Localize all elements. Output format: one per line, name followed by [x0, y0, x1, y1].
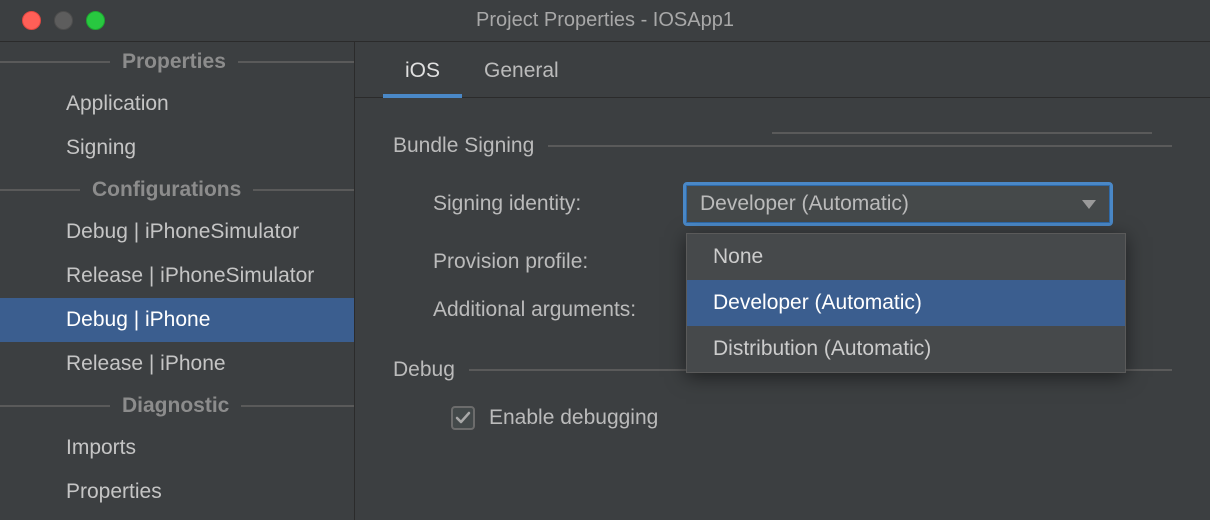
sidebar: Properties Application Signing Configura… — [0, 42, 355, 520]
titlebar[interactable]: Project Properties - IOSApp1 — [0, 0, 1210, 42]
content-panel: iOS General Bundle Signing Signing ident… — [355, 42, 1210, 520]
debug-legend: Debug — [393, 358, 469, 382]
sidebar-item-application[interactable]: Application — [0, 82, 354, 126]
identity-option-none[interactable]: None — [687, 234, 1125, 280]
minimize-window-button[interactable] — [54, 11, 73, 30]
zoom-window-button[interactable] — [86, 11, 105, 30]
close-window-button[interactable] — [22, 11, 41, 30]
additional-arguments-label: Additional arguments: — [393, 298, 636, 322]
sidebar-item-release-iphone[interactable]: Release | iPhone — [0, 342, 354, 386]
signing-identity-combo[interactable]: Developer (Automatic) None Developer (Au… — [683, 182, 1113, 226]
tab-bar: iOS General — [355, 42, 1210, 98]
sidebar-item-debug-simulator[interactable]: Debug | iPhoneSimulator — [0, 210, 354, 254]
sidebar-group-diagnostic: Diagnostic — [0, 386, 354, 426]
identity-option-distribution[interactable]: Distribution (Automatic) — [687, 326, 1125, 372]
chevron-down-icon — [1082, 200, 1096, 209]
main-area: Properties Application Signing Configura… — [0, 42, 1210, 520]
window-title: Project Properties - IOSApp1 — [476, 9, 734, 32]
signing-identity-value: Developer (Automatic) — [700, 192, 909, 216]
sidebar-item-debug-iphone[interactable]: Debug | iPhone — [0, 298, 354, 342]
signing-identity-label: Signing identity: — [393, 192, 683, 216]
sidebar-group-properties: Properties — [0, 42, 354, 82]
provision-profile-label: Provision profile: — [393, 250, 683, 274]
window-controls — [0, 11, 105, 30]
sidebar-item-properties[interactable]: Properties — [0, 470, 354, 514]
sidebar-group-configurations: Configurations — [0, 170, 354, 210]
tab-ios[interactable]: iOS — [383, 59, 462, 97]
bundle-signing-fieldset: Bundle Signing Signing identity: Develop… — [393, 134, 1172, 322]
sidebar-item-imports[interactable]: Imports — [0, 426, 354, 470]
sidebar-item-release-simulator[interactable]: Release | iPhoneSimulator — [0, 254, 354, 298]
sidebar-item-signing[interactable]: Signing — [0, 126, 354, 170]
identity-option-developer[interactable]: Developer (Automatic) — [687, 280, 1125, 326]
tab-general[interactable]: General — [462, 59, 581, 97]
enable-debugging-label[interactable]: Enable debugging — [489, 406, 658, 430]
bundle-signing-legend: Bundle Signing — [393, 134, 548, 158]
signing-identity-row: Signing identity: Developer (Automatic) … — [393, 182, 1172, 226]
enable-debugging-checkbox[interactable] — [451, 406, 475, 430]
decorative-line-icon — [772, 132, 1152, 134]
signing-identity-dropdown: None Developer (Automatic) Distribution … — [686, 233, 1126, 373]
enable-debugging-row: Enable debugging — [393, 406, 1172, 430]
check-icon — [455, 410, 471, 426]
